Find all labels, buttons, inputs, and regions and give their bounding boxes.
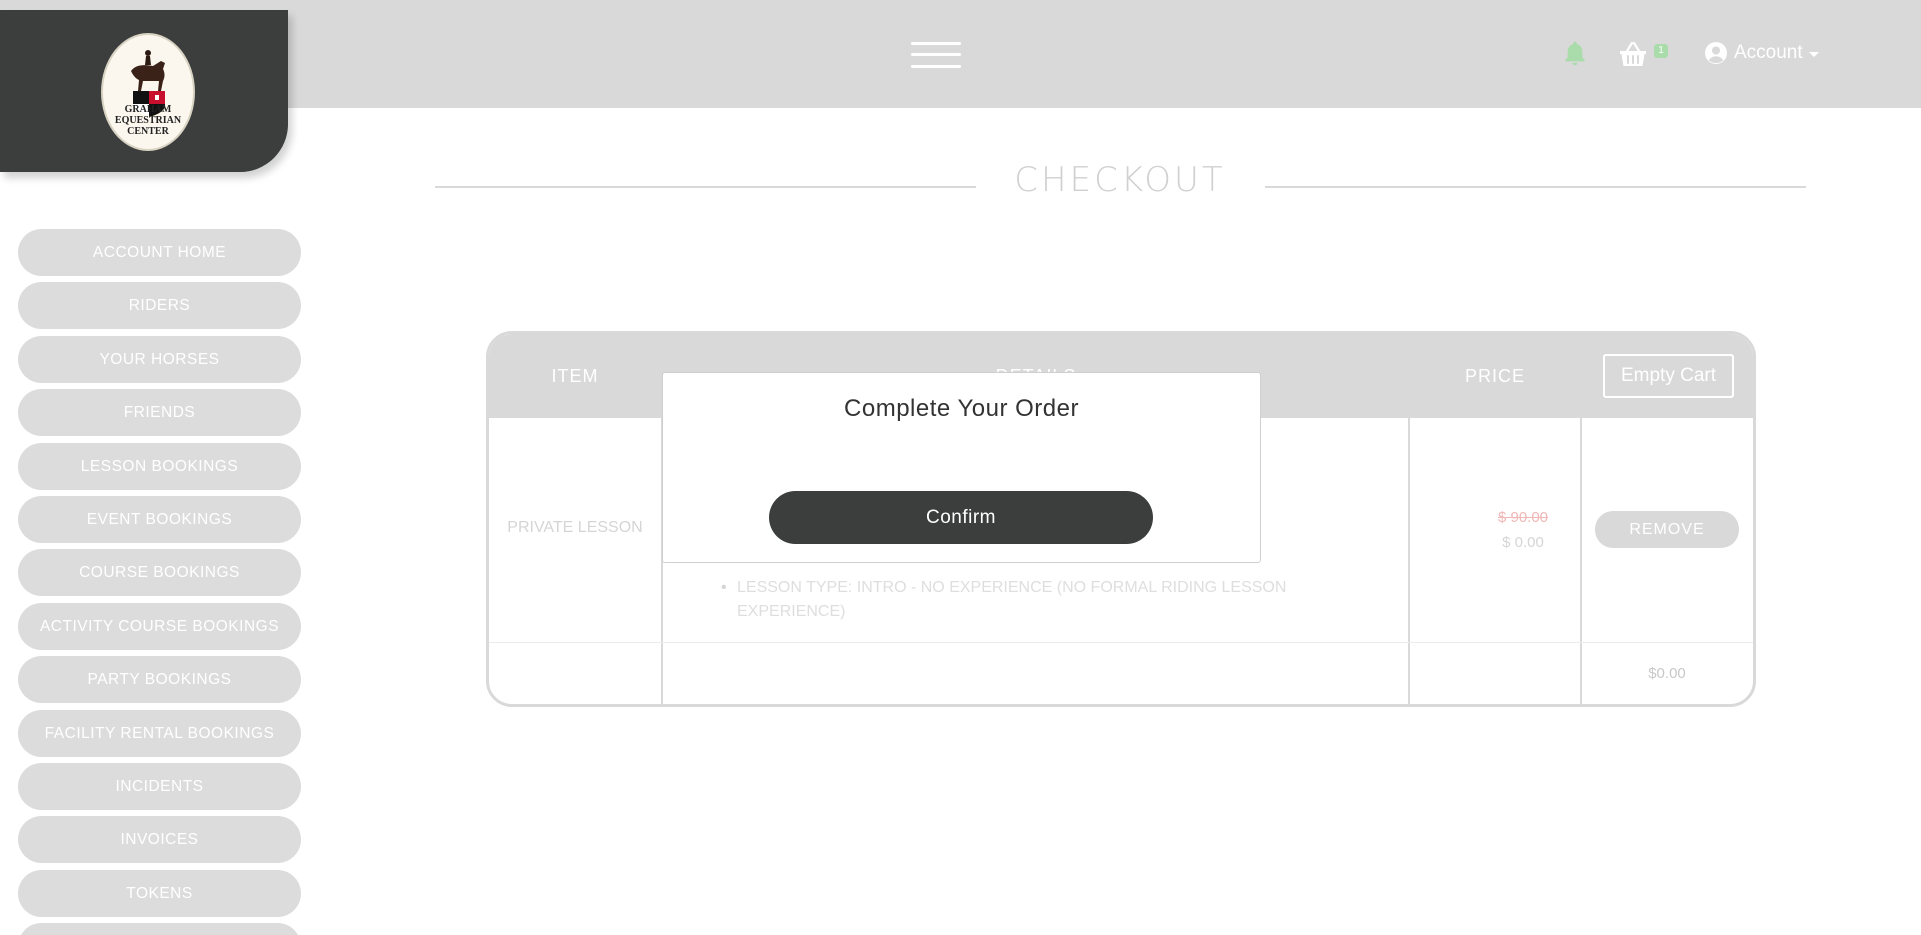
complete-order-modal: Complete Your Order Confirm — [662, 372, 1261, 563]
sidebar-item-event-bookings[interactable]: EVENT BOOKINGS — [18, 495, 301, 543]
modal-title: Complete Your Order — [844, 395, 1079, 422]
sidebar-item-more[interactable] — [18, 923, 301, 935]
heading-divider-left — [435, 186, 976, 188]
empty-cart-button[interactable]: Empty Cart — [1603, 354, 1734, 398]
cart-total: $0.00 — [1648, 665, 1686, 682]
user-circle-icon — [1705, 42, 1727, 64]
hamburger-menu-icon[interactable] — [911, 40, 961, 70]
sidebar-item-account-home[interactable]: ACCOUNT HOME — [18, 229, 301, 276]
confirm-button[interactable]: Confirm — [769, 491, 1153, 544]
column-divider — [1408, 334, 1410, 704]
original-price: $ 90.00 — [1497, 509, 1549, 526]
item-price: $ 0.00 — [1502, 534, 1544, 551]
sidebar-item-party-bookings[interactable]: PARTY BOOKINGS — [18, 656, 301, 704]
sidebar-item-lesson-bookings[interactable]: LESSON BOOKINGS — [18, 442, 301, 490]
bell-icon[interactable] — [1562, 40, 1588, 68]
heading-divider-right — [1265, 186, 1806, 188]
sidebar-item-course-bookings[interactable]: COURSE BOOKINGS — [18, 549, 301, 597]
row-divider — [489, 642, 1753, 643]
sidebar-item-facility-rental-bookings[interactable]: FACILITY RENTAL BOOKINGS — [18, 709, 301, 757]
cart-count-badge: 1 — [1654, 44, 1668, 58]
sidebar-nav: ACCOUNT HOME RIDERS YOUR HORSES FRIENDS … — [18, 229, 302, 935]
column-header-item: ITEM — [551, 366, 599, 386]
sidebar-item-tokens[interactable]: TOKENS — [18, 869, 301, 917]
sidebar-item-invoices[interactable]: INVOICES — [18, 816, 301, 864]
shopping-basket-icon[interactable] — [1618, 40, 1648, 68]
cart-item-name: PRIVATE LESSON — [507, 519, 643, 536]
sidebar-item-activity-course-bookings[interactable]: ACTIVITY COURSE BOOKINGS — [18, 602, 301, 650]
detail-lesson-type: LESSON TYPE: INTRO - NO EXPERIENCE (NO F… — [721, 576, 1337, 624]
page-title: CHECKOUT — [1014, 160, 1226, 200]
account-menu[interactable]: Account — [1704, 40, 1819, 66]
chevron-down-icon — [1808, 52, 1819, 57]
top-bar: 1 Account — [0, 0, 1921, 108]
sidebar-item-riders[interactable]: RIDERS — [18, 282, 301, 330]
sidebar-item-friends[interactable]: FRIENDS — [18, 389, 301, 437]
graham-equestrian-center-logo[interactable]: GRAHAM EQUESTRIAN CENTER — [101, 33, 195, 151]
column-header-price: PRICE — [1464, 366, 1525, 386]
logo-panel: GRAHAM EQUESTRIAN CENTER — [0, 10, 288, 172]
remove-item-button[interactable]: REMOVE — [1595, 511, 1739, 548]
sidebar-item-incidents[interactable]: INCIDENTS — [18, 762, 301, 810]
account-label: Account — [1734, 42, 1803, 63]
sidebar-item-your-horses[interactable]: YOUR HORSES — [18, 335, 301, 383]
logo-text: GRAHAM EQUESTRIAN CENTER — [114, 104, 182, 137]
